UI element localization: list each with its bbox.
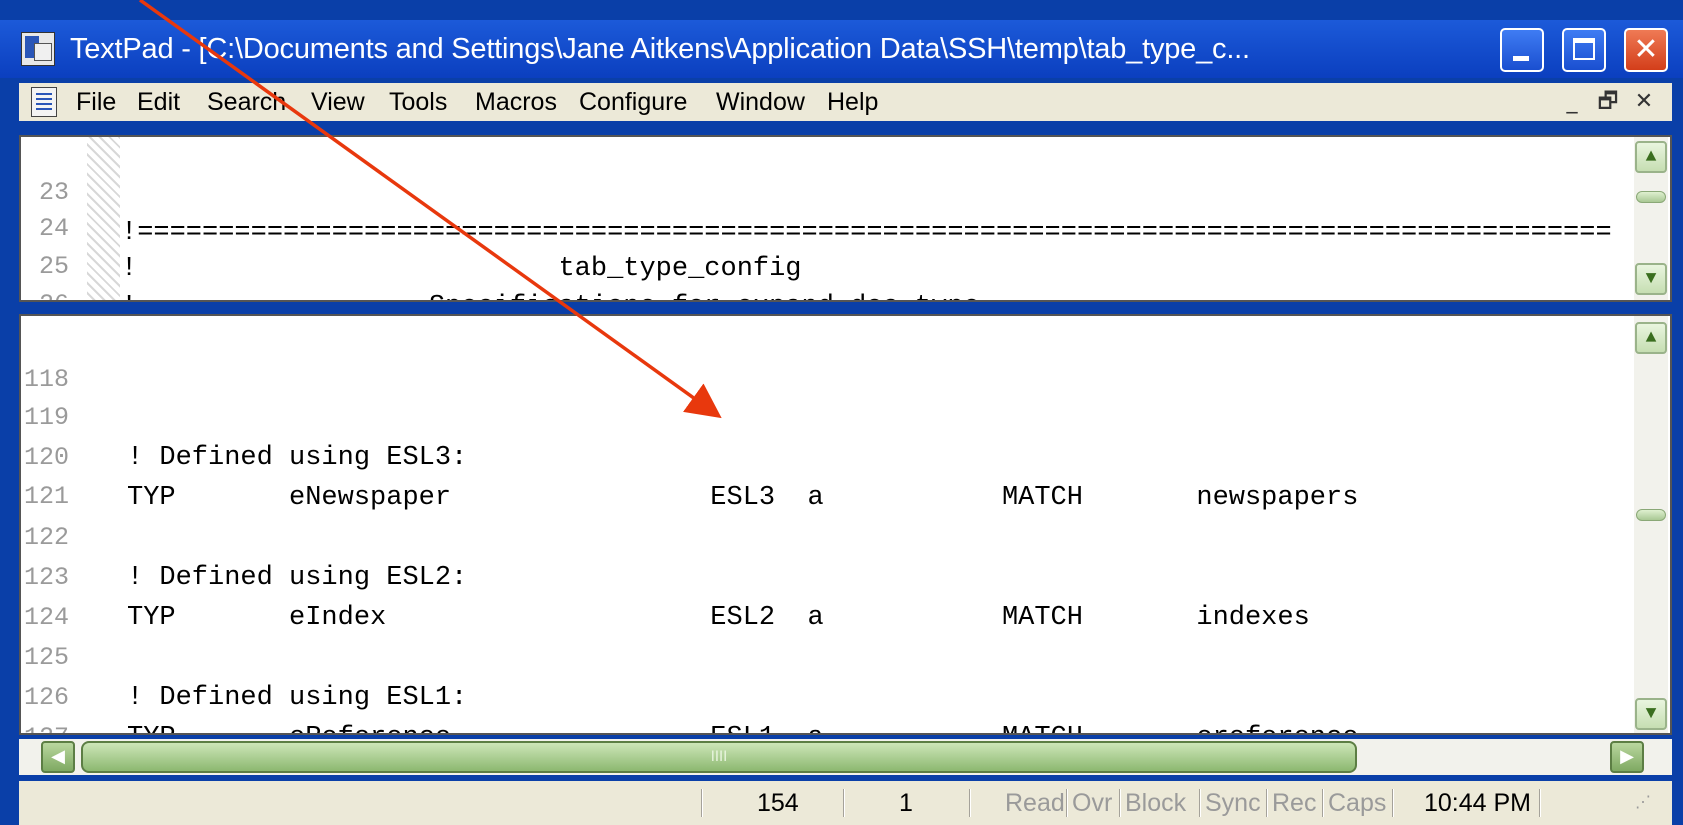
menu-bar: File Edit Search View Tools Macros Confi… — [19, 83, 1672, 121]
status-line-number: 154 — [757, 789, 799, 817]
scroll-up-icon[interactable]: ▲ — [1635, 141, 1667, 173]
mdi-restore-button[interactable]: 🗗 — [1594, 87, 1622, 117]
line-text: ! Defined using ESL3: — [127, 443, 468, 473]
window-title: TextPad - [C:\Documents and Settings\Jan… — [70, 33, 1250, 65]
line-text: TYP eNewspaper ESL3 a MATCH newspapers — [127, 483, 1359, 513]
code-line: 24 ! tab_type_config — [21, 169, 802, 284]
code-line: 25 ! Specifications for expand_doc_type — [21, 207, 980, 300]
status-column-number: 1 — [899, 789, 913, 817]
line-text: TYP eIndex ESL2 a MATCH indexes — [127, 603, 1310, 633]
code-line: 23 !====================================… — [21, 137, 1612, 248]
vertical-scrollbar-top[interactable]: ▲ ▼ — [1634, 137, 1668, 300]
menu-view[interactable]: View — [311, 83, 365, 121]
scroll-left-icon[interactable]: ◀ — [41, 741, 75, 773]
horizontal-scrollbar[interactable]: ◀ IIII ▶ — [19, 739, 1672, 775]
menu-configure[interactable]: Configure — [579, 83, 687, 121]
editor-pane-bottom[interactable]: 118 119 ! Defined using ESL3: 120 TYP eN… — [19, 314, 1672, 735]
close-icon: ✕ — [1633, 32, 1659, 67]
line-text: TYP eReference ESL1 a MATCH ereference — [127, 718, 1358, 733]
horizontal-scroll-thumb[interactable]: IIII — [81, 741, 1357, 773]
menu-help[interactable]: Help — [827, 83, 878, 121]
mdi-close-button[interactable]: ✕ — [1630, 87, 1658, 117]
close-button[interactable]: ✕ — [1624, 28, 1668, 72]
menu-file[interactable]: File — [76, 83, 116, 121]
textpad-app-icon[interactable] — [21, 32, 55, 66]
code-line: 122 ! Defined using ESL2: — [21, 478, 467, 593]
title-bar[interactable]: TextPad - [C:\Documents and Settings\Jan… — [0, 20, 1683, 78]
line-number: 127 — [24, 718, 80, 733]
line-text: ! tab_type_config — [121, 254, 802, 284]
line-text: !=======================================… — [121, 218, 1612, 248]
scroll-thumb[interactable] — [1636, 509, 1666, 521]
line-text: ! Defined using ESL1: — [127, 683, 468, 713]
textpad-window: TextPad - [C:\Documents and Settings\Jan… — [0, 16, 1683, 825]
document-icon[interactable] — [31, 87, 57, 117]
editor-pane-top[interactable]: 23 !====================================… — [19, 135, 1672, 302]
code-line: 118 — [21, 320, 118, 394]
code-line: 124 — [21, 558, 118, 632]
line-number: 26 — [24, 285, 69, 300]
scroll-down-icon[interactable]: ▼ — [1635, 263, 1667, 295]
status-sync: Sync — [1205, 789, 1261, 817]
minimize-icon — [1513, 56, 1529, 61]
code-line: 26 !====================================… — [21, 245, 118, 300]
menu-macros[interactable]: Macros — [475, 83, 557, 121]
status-clock: 10:44 PM — [1424, 789, 1532, 817]
grip-icon: IIII — [710, 749, 728, 765]
maximize-button[interactable] — [1562, 28, 1606, 72]
status-ovr: Ovr — [1072, 789, 1113, 817]
code-line: 125 ! Defined using ESL1: — [21, 598, 467, 713]
code-line: 120 TYP eNewspaper ESL3 a MATCH newspape… — [21, 398, 1358, 513]
code-line: 127 — [21, 678, 118, 733]
scroll-thumb[interactable] — [1636, 191, 1666, 203]
menu-search[interactable]: Search — [207, 83, 286, 121]
code-line: 126 TYP eReference ESL1 a MATCH ereferen… — [21, 638, 1358, 733]
status-rec: Rec — [1272, 789, 1317, 817]
scroll-up-icon[interactable]: ▲ — [1635, 322, 1667, 354]
scroll-down-icon[interactable]: ▼ — [1635, 698, 1667, 730]
status-read: Read — [1005, 789, 1065, 817]
mdi-minimize-button[interactable]: _ — [1558, 87, 1586, 117]
menu-tools[interactable]: Tools — [389, 83, 447, 121]
maximize-icon — [1573, 38, 1595, 60]
status-block: Block — [1125, 789, 1187, 817]
vertical-scrollbar-bottom[interactable]: ▲ ▼ — [1634, 316, 1668, 733]
code-line: 123 TYP eIndex ESL2 a MATCH indexes — [21, 518, 1310, 633]
resize-grip-icon[interactable]: ⋰ — [1635, 781, 1651, 825]
menu-window[interactable]: Window — [716, 83, 805, 121]
status-caps: Caps — [1328, 789, 1387, 817]
menu-edit[interactable]: Edit — [137, 83, 180, 121]
scroll-right-icon[interactable]: ▶ — [1610, 741, 1644, 773]
code-line: 119 ! Defined using ESL3: — [21, 358, 467, 473]
line-text: ! Specifications for expand_doc_type — [121, 287, 980, 300]
line-text: ! Defined using ESL2: — [127, 563, 468, 593]
code-line: 121 — [21, 437, 118, 511]
status-bar: 154 1 Read Ovr Block Sync Rec Caps 10:44… — [19, 781, 1672, 825]
minimize-button[interactable] — [1500, 28, 1544, 72]
